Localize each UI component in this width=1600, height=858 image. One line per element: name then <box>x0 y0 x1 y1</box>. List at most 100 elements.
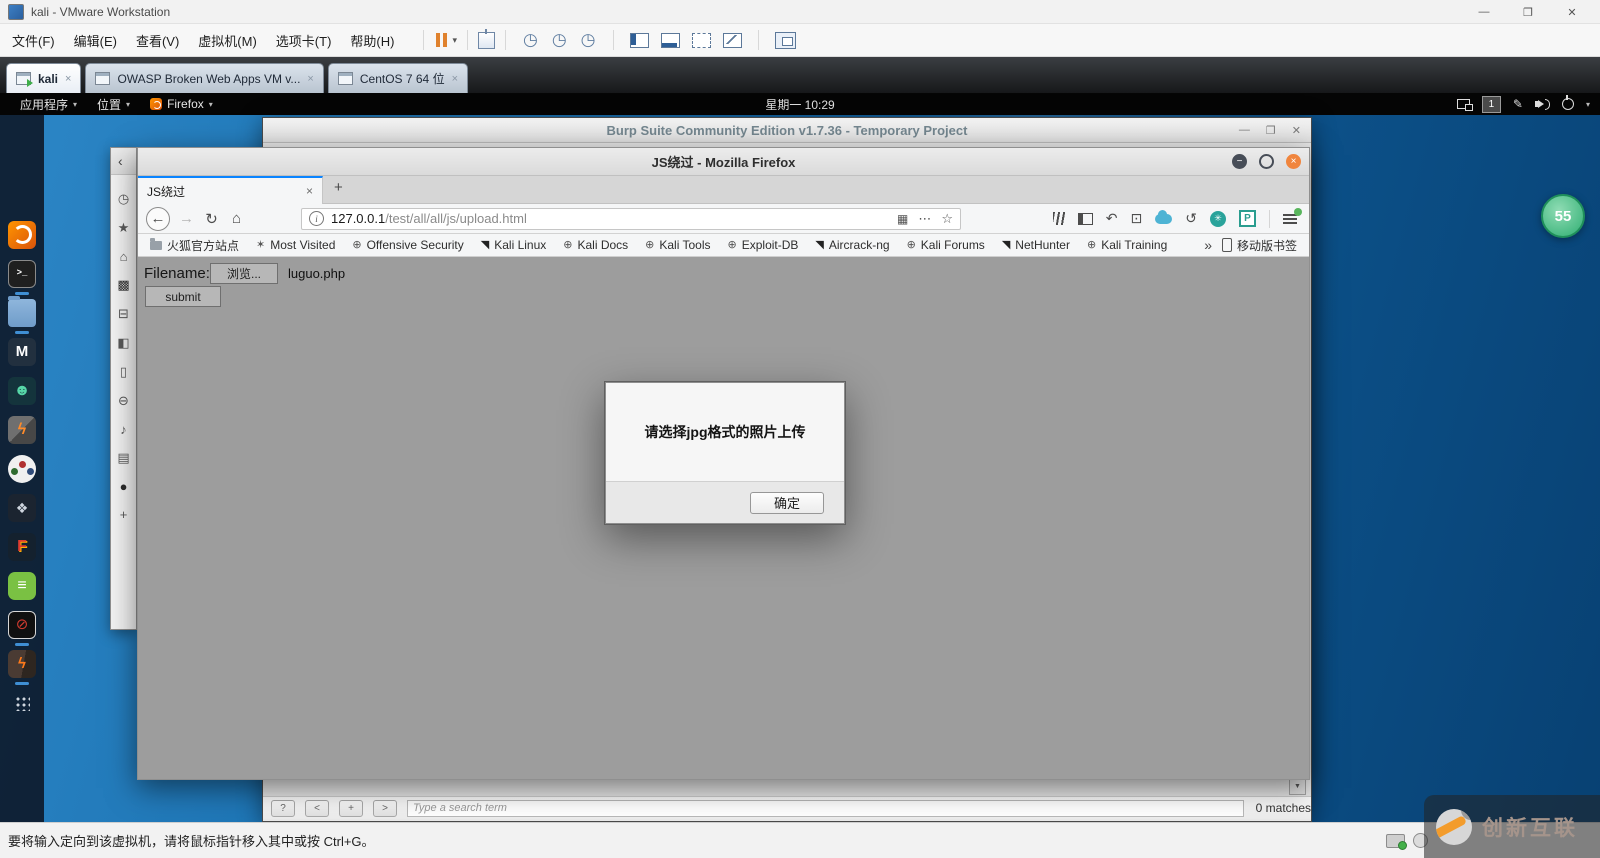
submit-button[interactable]: submit <box>145 286 221 307</box>
places-menu[interactable]: 位置 ▾ <box>97 96 130 113</box>
cloud-icon[interactable] <box>1155 209 1173 224</box>
sync-icon[interactable]: ↺ <box>1185 210 1197 227</box>
bookmark-item[interactable]: ◥ NetHunter <box>1002 238 1070 252</box>
downloads-icon[interactable]: ⊖ <box>118 393 129 409</box>
vm-tab-close-icon[interactable]: × <box>452 73 458 85</box>
back-button[interactable]: ← <box>146 206 170 231</box>
vmware-maximize-button[interactable]: ❐ <box>1506 0 1550 24</box>
dock-burpsuite-icon[interactable]: ϟ <box>8 415 36 444</box>
forward-button[interactable]: → <box>174 210 199 227</box>
vm-tab-owasp[interactable]: OWASP Broken Web Apps VM v... × <box>85 63 324 93</box>
firefox-minimize-button[interactable]: − <box>1232 154 1247 169</box>
bookmark-item[interactable]: ⊕ Offensive Security <box>352 238 463 252</box>
dock-gimp-icon[interactable]: ❖ <box>8 493 36 522</box>
add-bookmark-icon[interactable]: + <box>120 507 128 522</box>
videos-icon[interactable]: ⊟ <box>118 306 129 322</box>
input-method-icon[interactable]: ✎ <box>1513 97 1523 111</box>
dock-metasploit-icon[interactable]: M <box>8 337 36 366</box>
find-next-button[interactable]: > <box>373 799 397 817</box>
snapshot-manager-button[interactable]: ◷ <box>581 28 596 52</box>
show-thumbnail-bar-button[interactable] <box>660 32 680 48</box>
dock-armitage-icon[interactable]: ☻ <box>8 376 36 405</box>
unity-mode-button[interactable] <box>722 32 742 48</box>
screenshot-icon[interactable]: ⊡ <box>1131 210 1143 227</box>
fullscreen-button[interactable] <box>691 32 711 48</box>
bookmark-item[interactable]: ◥ Kali Linux <box>481 238 547 252</box>
notification-badge[interactable]: 55 <box>1541 194 1585 238</box>
bookmark-folder-item[interactable]: 火狐官方站点 <box>150 237 239 254</box>
firefox-close-button[interactable]: × <box>1286 154 1301 169</box>
dock-show-applications-icon[interactable] <box>8 689 36 717</box>
burp-maximize-button[interactable]: ❐ <box>1266 124 1276 137</box>
url-bar[interactable]: i 127.0.0.1/test/all/all/js/upload.html … <box>301 207 961 230</box>
menu-edit[interactable]: 编辑(E) <box>74 31 117 50</box>
show-library-button[interactable] <box>629 32 649 48</box>
recent-icon[interactable]: ◷ <box>118 191 129 207</box>
desktop-folder-icon[interactable]: ▩ <box>117 277 129 293</box>
virtual-disk-icon[interactable] <box>1386 833 1407 850</box>
home-button[interactable]: ⌂ <box>224 210 249 227</box>
bookmark-item[interactable]: ◥ Aircrack-ng <box>815 238 889 252</box>
power-icon[interactable] <box>1561 95 1574 110</box>
reload-button[interactable]: ↻ <box>199 210 224 228</box>
browser-tab[interactable]: JS绕过 × <box>138 176 323 204</box>
bookmark-item[interactable]: ⊕ Kali Docs <box>563 238 628 252</box>
site-info-icon[interactable]: i <box>309 211 324 226</box>
pictures-icon[interactable]: ◧ <box>117 335 129 351</box>
proxy-addon-icon[interactable]: P <box>1239 210 1256 227</box>
sidebar-toggle-icon[interactable] <box>1077 212 1093 225</box>
panel-clock[interactable]: 星期一 10:29 <box>765 93 834 115</box>
dock-cherrytree-icon[interactable]: ϟ <box>8 649 36 685</box>
console-view-button[interactable] <box>774 31 796 49</box>
bookmark-item[interactable]: ⊕ Kali Tools <box>645 238 710 252</box>
bookmark-star-icon[interactable]: ☆ <box>941 211 953 227</box>
bookmarks-overflow-icon[interactable]: » <box>1204 237 1212 253</box>
dock-files-icon[interactable] <box>8 295 36 334</box>
vm-tab-close-icon[interactable]: × <box>65 73 71 85</box>
library-icon[interactable] <box>1052 212 1065 225</box>
dock-screen-recorder-icon[interactable]: ⊘ <box>8 610 36 646</box>
disk-icon[interactable]: ● <box>120 479 128 494</box>
active-app-menu[interactable]: Firefox ▾ <box>150 97 213 111</box>
find-search-input[interactable] <box>407 799 1244 817</box>
vmware-close-button[interactable]: ✕ <box>1550 0 1594 24</box>
dock-text-editor-icon[interactable]: ≡ <box>8 571 36 600</box>
network-icon[interactable] <box>1456 99 1473 111</box>
dock-terminal-icon[interactable]: >_ <box>8 259 36 295</box>
page-actions-icon[interactable]: ⋯ <box>918 211 931 227</box>
menu-tabs[interactable]: 选项卡(T) <box>276 31 332 50</box>
scrollbar-down-button[interactable]: ▼ <box>1289 778 1306 795</box>
alert-ok-button[interactable]: 确定 <box>750 491 824 514</box>
hamburger-menu-icon[interactable] <box>1283 207 1302 224</box>
tab-close-icon[interactable]: × <box>306 184 313 198</box>
documents-icon[interactable]: ▯ <box>120 364 127 380</box>
dock-firefox-icon[interactable] <box>8 220 36 249</box>
find-previous-button[interactable]: < <box>305 799 329 817</box>
undo-icon[interactable]: ↶ <box>1106 210 1118 227</box>
burp-close-button[interactable]: ✕ <box>1292 124 1301 137</box>
chevron-down-icon[interactable]: ▾ <box>1586 100 1590 109</box>
qr-scan-icon[interactable]: ▦ <box>897 212 908 226</box>
dock-faraday-icon[interactable]: F <box>8 532 36 561</box>
burp-minimize-button[interactable]: — <box>1239 124 1250 137</box>
bookmark-item[interactable]: ⊕ Exploit-DB <box>728 238 799 252</box>
find-add-button[interactable]: + <box>339 799 363 817</box>
bookmark-item[interactable]: ⊕ Kali Forums <box>907 238 985 252</box>
vmware-minimize-button[interactable]: — <box>1462 0 1506 24</box>
revert-snapshot-button[interactable]: ◷ <box>552 28 567 52</box>
take-snapshot-button[interactable]: ◷ <box>523 28 538 52</box>
browse-button[interactable]: 浏览... <box>210 263 278 284</box>
volume-icon[interactable] <box>1534 98 1550 110</box>
menu-file[interactable]: 文件(F) <box>12 31 55 50</box>
home-icon[interactable]: ⌂ <box>120 249 128 264</box>
menu-view[interactable]: 查看(V) <box>136 31 179 50</box>
bookmark-item[interactable]: ⊕ Kali Training <box>1087 238 1167 252</box>
firefox-maximize-button[interactable] <box>1259 154 1274 169</box>
trash-icon[interactable]: ▤ <box>117 450 129 466</box>
dock-beef-icon[interactable] <box>8 454 36 483</box>
applications-menu[interactable]: 应用程序 ▾ <box>20 96 77 113</box>
new-tab-button[interactable]: + <box>334 179 343 196</box>
workspace-badge[interactable]: 1 <box>1481 95 1501 113</box>
mobile-bookmarks-item[interactable]: 移动版书签 <box>1221 237 1297 254</box>
suspend-vm-button[interactable] <box>434 28 448 52</box>
